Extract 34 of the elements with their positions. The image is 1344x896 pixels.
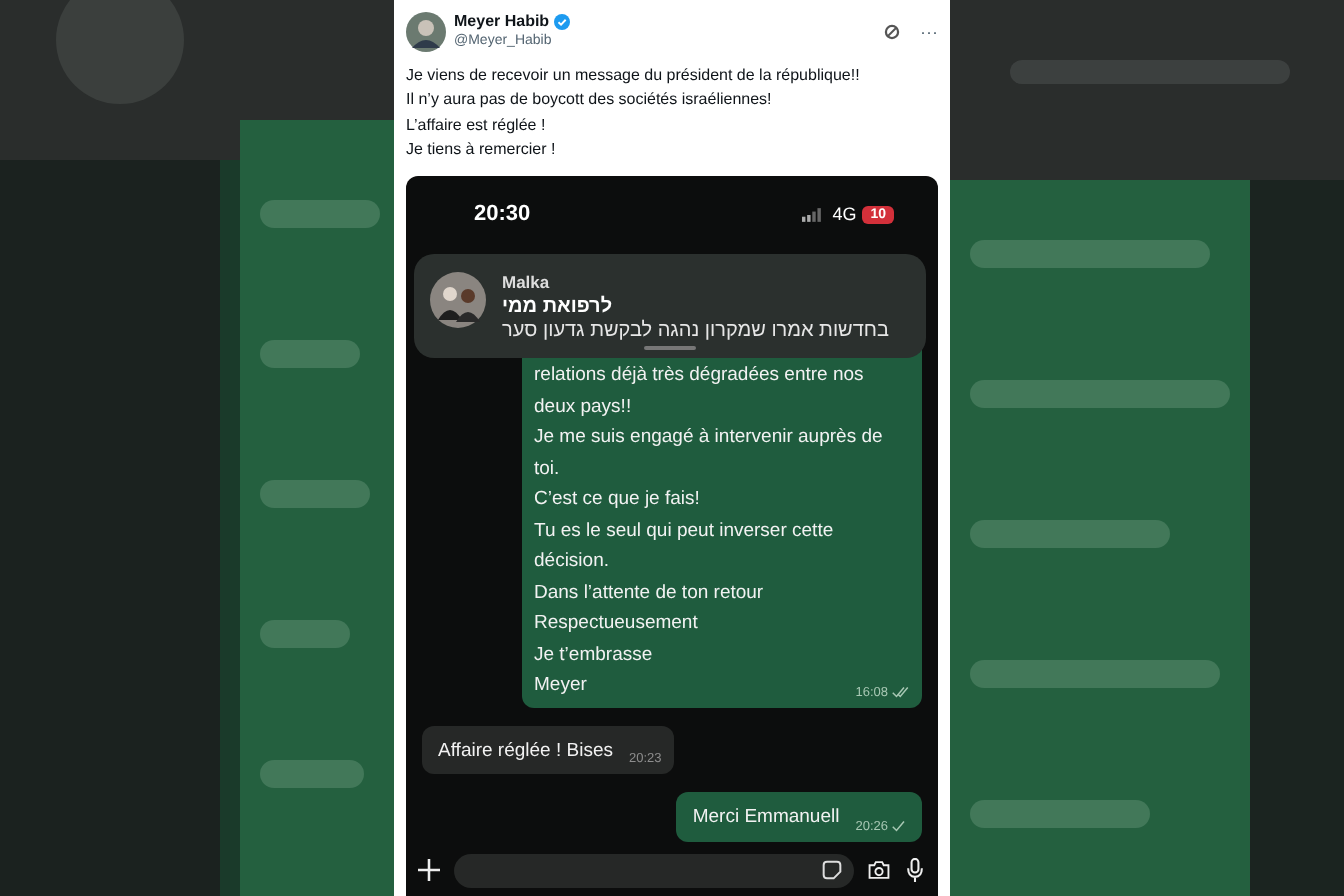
message-text: Je me suis engagé à intervenir auprès de <box>534 424 883 453</box>
tweet-text: Je viens de recevoir un message du président de la république!! <box>406 64 862 88</box>
message-text: Affaire réglée ! Bises <box>438 737 613 766</box>
message-text: Tu es le seul qui peut inverser cette <box>534 517 834 546</box>
message-text: Dans l’attente de ton retour <box>534 579 764 608</box>
message-input-field[interactable] <box>454 853 854 887</box>
tweet-text: Je tiens à remercier ! <box>406 137 558 162</box>
status-time: 20:30 <box>474 202 533 227</box>
avatar <box>430 272 486 329</box>
message-text: Respectueusement <box>534 610 698 639</box>
circle-icon[interactable] <box>884 24 900 40</box>
signal-icon <box>802 207 827 222</box>
sticker-icon[interactable] <box>822 860 842 880</box>
message-text: Je t’embrasse <box>534 641 653 670</box>
message-text: C’est ce que je fais! <box>534 486 700 515</box>
message-text: deux pays!! <box>534 393 632 422</box>
microphone-icon[interactable] <box>904 858 926 882</box>
message-text: Merci Emmanuell <box>692 804 840 833</box>
avatar[interactable] <box>406 12 446 52</box>
tweet-text: Il n’y aura pas de boycott des sociétés israéliennes! <box>406 88 774 113</box>
author-name[interactable]: Meyer Habib <box>454 12 550 32</box>
more-button[interactable]: ··· <box>920 23 938 41</box>
notification-title: לרפואת ממי <box>502 295 613 319</box>
message-text: toi. <box>534 455 560 484</box>
message-text: relations déjà très dégradées entre nos <box>534 362 864 391</box>
plus-icon[interactable] <box>418 858 440 882</box>
tweet-text: L’affaire est réglée ! <box>406 113 548 138</box>
message-text: décision. <box>534 548 609 577</box>
camera-icon[interactable] <box>868 858 890 882</box>
network-label: 4G <box>832 204 857 225</box>
notification-preview: בחדשות אמרו שמקרון נהגה לבקשת גדעון סער <box>502 320 889 346</box>
message-text: Meyer <box>534 672 587 701</box>
notification-sender: Malka <box>502 270 550 295</box>
drag-handle[interactable] <box>644 346 696 351</box>
